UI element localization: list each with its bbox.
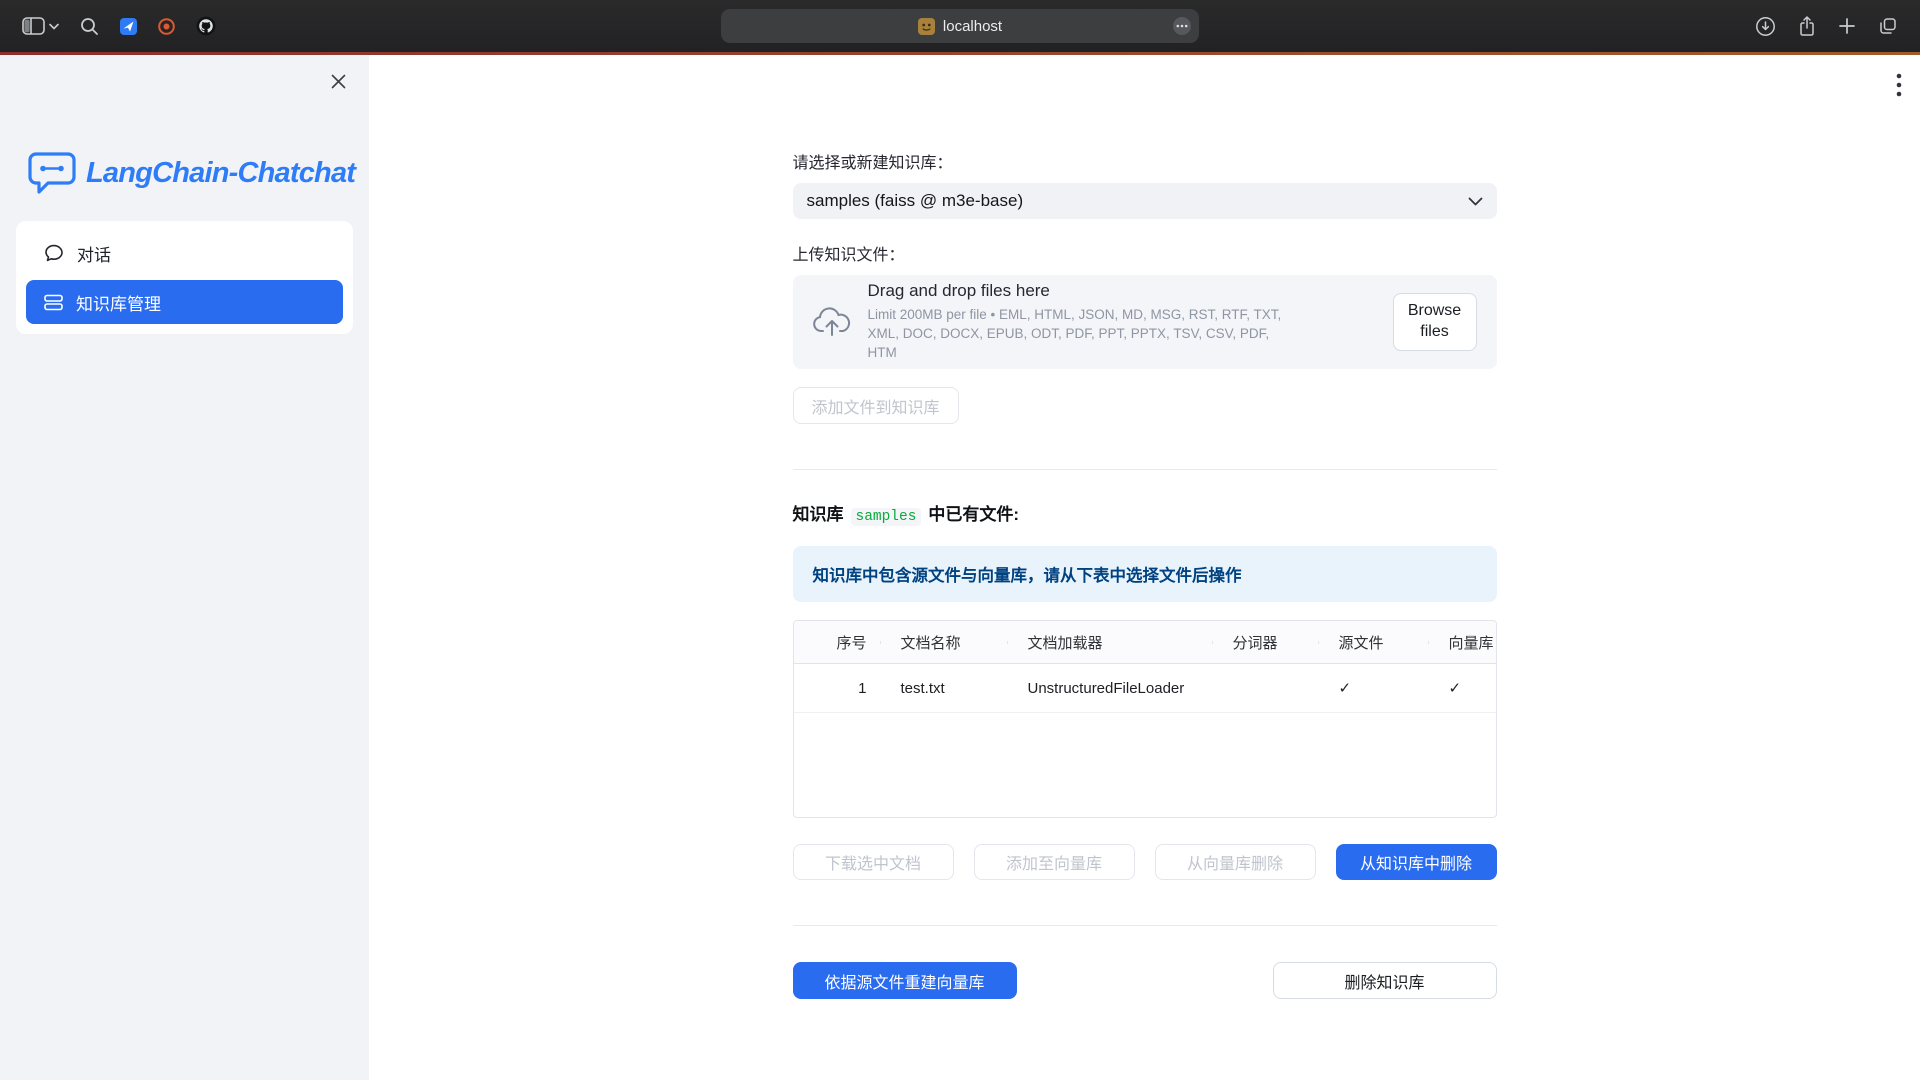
sidebar: LangChain-Chatchat 对话 知识库管理 xyxy=(0,55,369,1080)
table-row[interactable]: 1 test.txt UnstructuredFileLoader ✓ ✓ xyxy=(794,664,1496,713)
delete-kb-button[interactable]: 删除知识库 xyxy=(1273,962,1497,999)
cell-index: 1 xyxy=(794,680,881,697)
browser-toolbar: localhost xyxy=(0,0,1920,52)
browse-files-button[interactable]: Browse files xyxy=(1393,293,1477,351)
download-selected-button[interactable]: 下载选中文档 xyxy=(793,844,954,880)
browser-window: localhost xyxy=(0,0,1920,1080)
cell-source-file-check: ✓ xyxy=(1319,679,1429,697)
downloads-button[interactable] xyxy=(1755,16,1776,37)
kebab-menu-icon xyxy=(1896,73,1902,97)
share-icon xyxy=(1798,15,1816,37)
sidebar-toggle-icon xyxy=(22,17,45,35)
divider xyxy=(793,925,1497,926)
file-dropzone[interactable]: Drag and drop files here Limit 200MB per… xyxy=(793,275,1497,369)
kb-heading-prefix: 知识库 xyxy=(793,500,844,525)
table-header-vector-store[interactable]: 向量库 xyxy=(1429,632,1496,653)
main-area: 请选择或新建知识库： samples (faiss @ m3e-base) 上传… xyxy=(369,55,1920,1080)
divider xyxy=(793,469,1497,470)
kb-select-label: 请选择或新建知识库： xyxy=(793,149,1497,173)
toolbar-right-group xyxy=(1755,15,1920,37)
sidebar-menu: 对话 知识库管理 xyxy=(16,221,353,334)
table-action-buttons: 下载选中文档 添加至向量库 从向量库删除 从知识库中删除 xyxy=(793,844,1497,880)
upload-label: 上传知识文件： xyxy=(793,241,1497,265)
table-header-loader[interactable]: 文档加载器 xyxy=(1008,632,1213,653)
tabs-icon xyxy=(1878,16,1898,36)
search-button[interactable] xyxy=(80,17,99,36)
app-logo: LangChain-Chatchat xyxy=(28,151,369,195)
kb-heading-suffix: 中已有文件: xyxy=(928,500,1019,525)
app-content: LangChain-Chatchat 对话 知识库管理 请选择或新建知识库： xyxy=(0,55,1920,1080)
sidebar-item-label: 对话 xyxy=(77,241,111,266)
new-tab-button[interactable] xyxy=(1838,17,1856,35)
add-to-vector-store-button[interactable]: 添加至向量库 xyxy=(974,844,1135,880)
address-bar[interactable]: localhost xyxy=(721,9,1199,43)
sidebar-item-knowledge-base[interactable]: 知识库管理 xyxy=(26,280,343,324)
share-button[interactable] xyxy=(1798,15,1816,37)
download-icon xyxy=(1755,16,1776,37)
info-banner: 知识库中包含源文件与向量库，请从下表中选择文件后操作 xyxy=(793,546,1497,602)
site-favicon xyxy=(918,18,935,35)
new-tab-icon xyxy=(1838,17,1856,35)
kb-files-table: 序号 文档名称 文档加载器 分词器 源文件 向量库 1 test.txt Uns… xyxy=(793,620,1497,818)
table-header-source-file[interactable]: 源文件 xyxy=(1319,632,1429,653)
sidebar-item-label: 知识库管理 xyxy=(76,290,161,315)
cell-vector-store-check: ✓ xyxy=(1429,679,1496,697)
app-menu-button[interactable] xyxy=(1896,73,1902,97)
github-icon xyxy=(196,16,216,36)
address-url: localhost xyxy=(943,18,1002,35)
extension-orange-button[interactable] xyxy=(158,18,175,35)
delete-from-kb-button[interactable]: 从知识库中删除 xyxy=(1336,844,1497,880)
table-header-filename[interactable]: 文档名称 xyxy=(881,632,1008,653)
table-header-index[interactable]: 序号 xyxy=(794,632,881,653)
chevron-down-icon xyxy=(1468,197,1483,206)
rebuild-vector-store-button[interactable]: 依据源文件重建向量库 xyxy=(793,962,1017,999)
toolbar-left-group xyxy=(0,16,216,36)
ellipsis-icon xyxy=(1173,17,1191,35)
cell-loader: UnstructuredFileLoader xyxy=(1008,680,1213,697)
dropzone-text: Drag and drop files here Limit 200MB per… xyxy=(868,281,1376,363)
extension-blue-button[interactable] xyxy=(120,18,137,35)
sidebar-item-chat[interactable]: 对话 xyxy=(26,231,343,275)
search-icon xyxy=(80,17,99,36)
cell-filename: test.txt xyxy=(881,680,1008,697)
chat-bubble-icon xyxy=(44,243,64,263)
extension-orange-icon xyxy=(158,18,175,35)
address-more-button[interactable] xyxy=(1173,17,1191,39)
kb-files-heading: 知识库 samples 中已有文件: xyxy=(793,500,1497,526)
sidebar-toggle-button[interactable] xyxy=(22,17,59,35)
close-icon xyxy=(330,73,347,90)
kb-management-panel: 请选择或新建知识库： samples (faiss @ m3e-base) 上传… xyxy=(793,55,1497,999)
logo-chat-bubble-icon xyxy=(28,151,76,195)
kb-select-value: samples (faiss @ m3e-base) xyxy=(807,191,1024,211)
chevron-down-icon xyxy=(49,23,59,30)
kb-select[interactable]: samples (faiss @ m3e-base) xyxy=(793,183,1497,219)
kb-heading-code: samples xyxy=(851,508,922,526)
cloud-upload-icon xyxy=(813,307,851,337)
table-header-row: 序号 文档名称 文档加载器 分词器 源文件 向量库 xyxy=(794,621,1496,664)
dropzone-limit: Limit 200MB per file • EML, HTML, JSON, … xyxy=(868,306,1300,363)
github-button[interactable] xyxy=(196,16,216,36)
tab-overview-button[interactable] xyxy=(1878,16,1898,36)
dropzone-title: Drag and drop files here xyxy=(868,281,1376,301)
add-files-to-kb-button[interactable]: 添加文件到知识库 xyxy=(793,387,959,424)
kb-bottom-buttons: 依据源文件重建向量库 删除知识库 xyxy=(793,962,1497,999)
sidebar-close-button[interactable] xyxy=(330,73,347,90)
delete-from-vector-store-button[interactable]: 从向量库删除 xyxy=(1155,844,1316,880)
extension-blue-icon xyxy=(120,18,137,35)
stack-list-icon xyxy=(44,294,63,311)
table-header-splitter[interactable]: 分词器 xyxy=(1213,632,1319,653)
logo-text: LangChain-Chatchat xyxy=(86,157,355,190)
